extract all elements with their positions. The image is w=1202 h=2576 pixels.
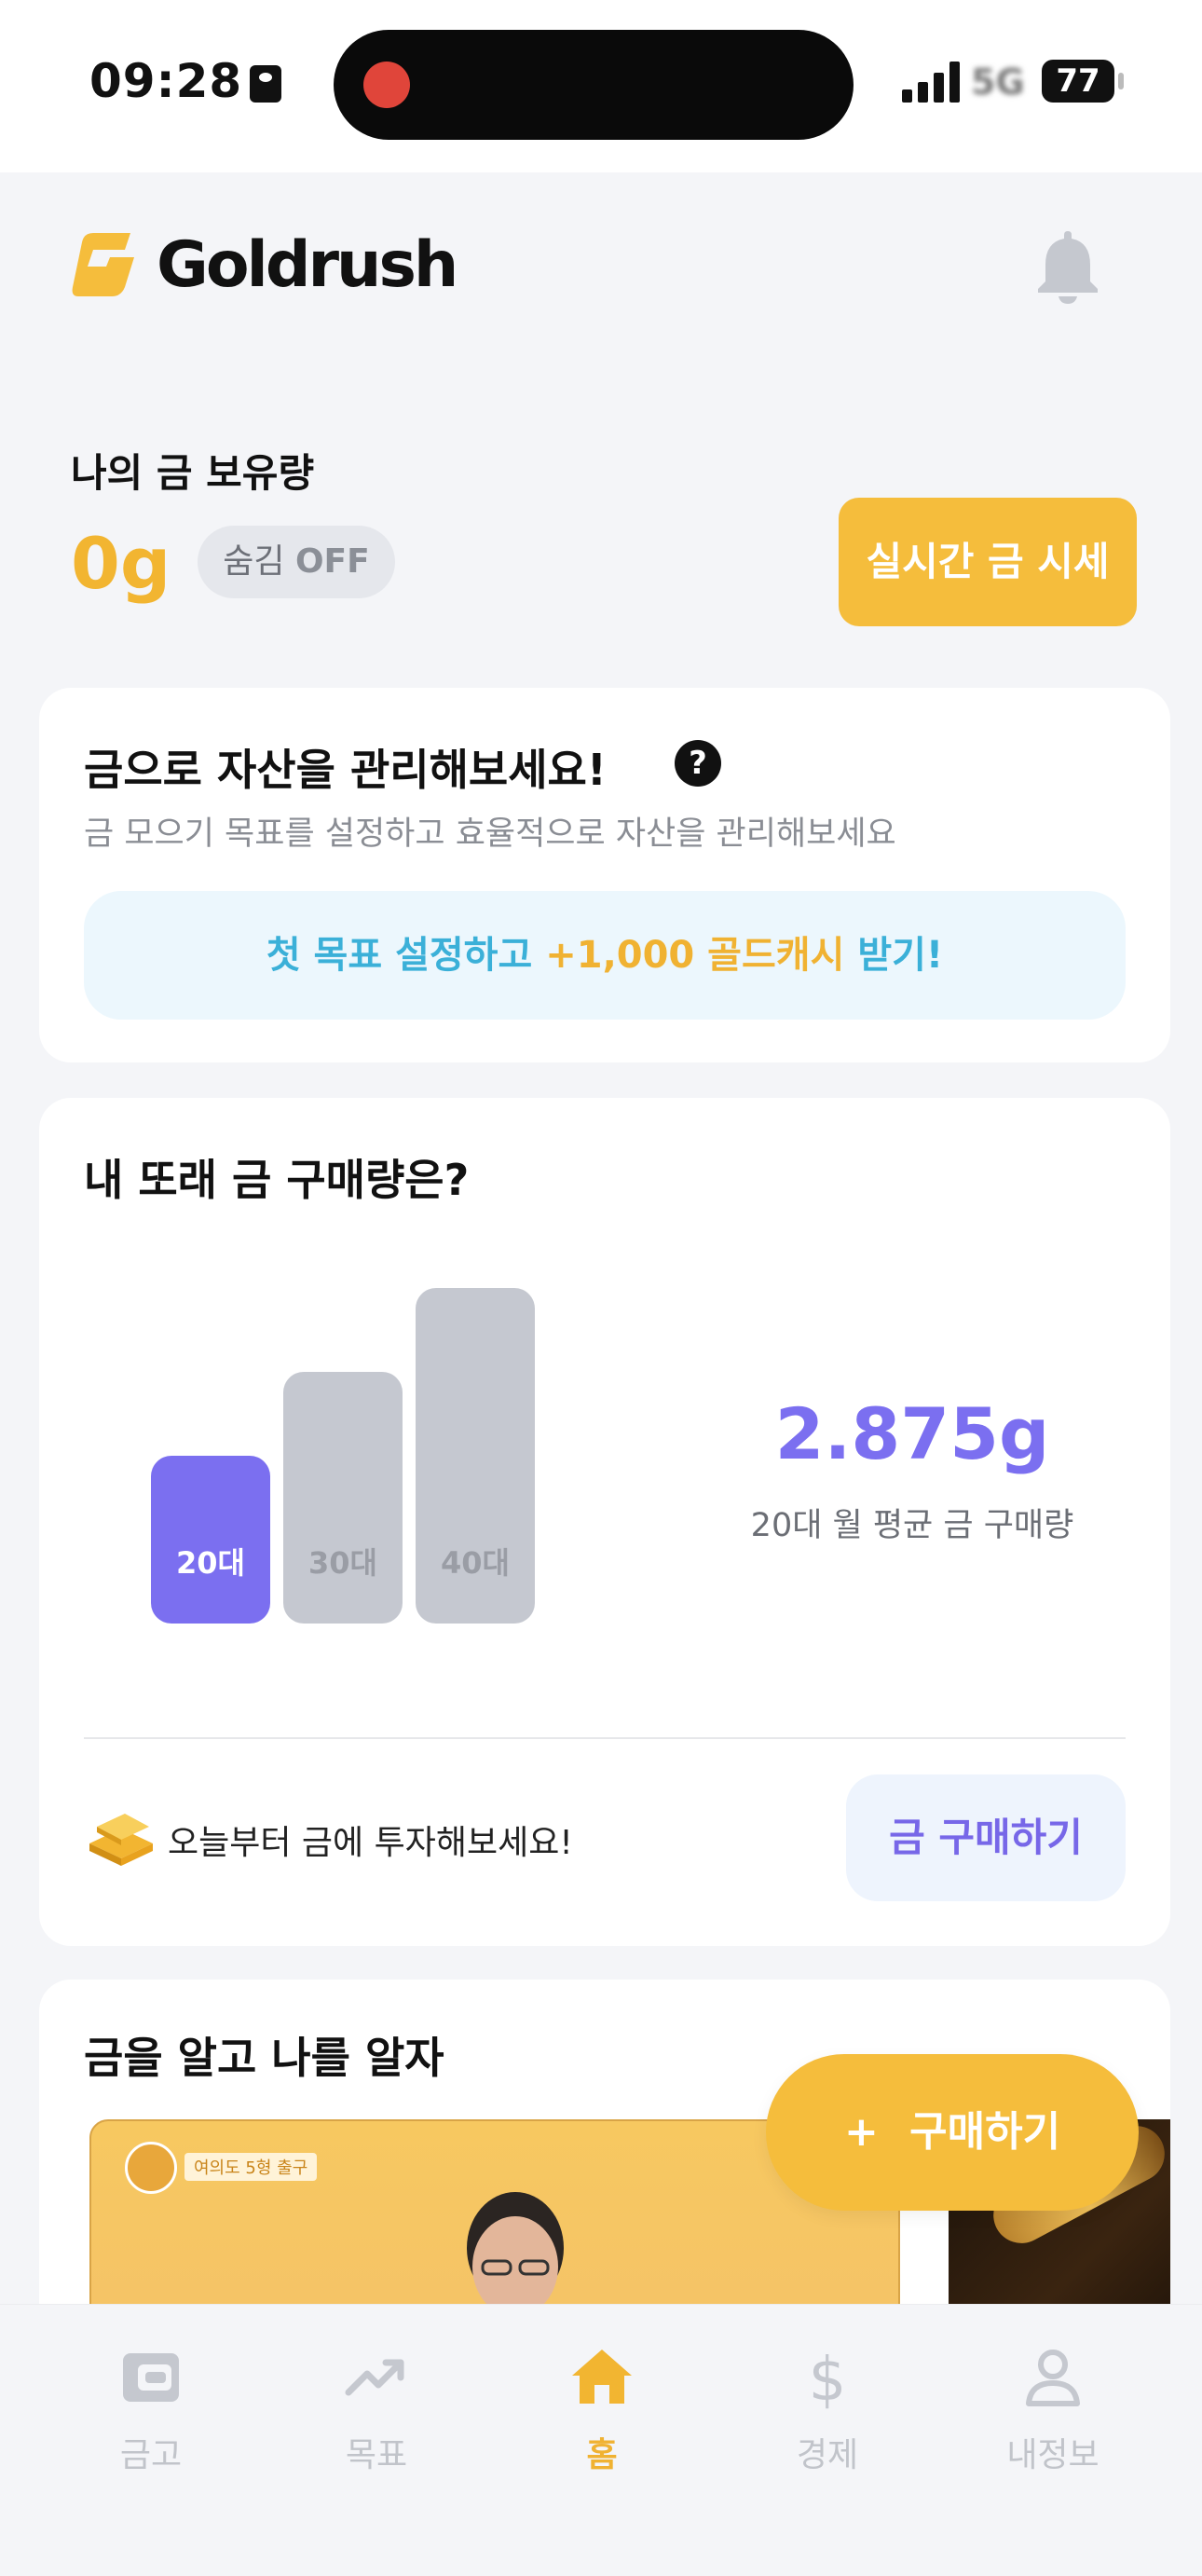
bar-2: 40대: [416, 1288, 535, 1624]
tab-my-info[interactable]: 내정보: [960, 2344, 1146, 2476]
hide-toggle-label: 숨김: [223, 542, 285, 581]
contact-badge-icon: [250, 65, 281, 103]
tab-vault[interactable]: 금고: [58, 2344, 244, 2476]
bottom-tab-bar: 금고 목표 홈 $ 경제 내정보: [0, 2304, 1202, 2576]
recording-dot-icon: [363, 62, 410, 108]
goal-card-subtitle: 금 모으기 목표를 설정하고 효율적으로 자산을 관리해보세요: [84, 815, 896, 853]
cellular-signal-icon: [902, 62, 962, 103]
tab-label: 홈: [586, 2436, 618, 2474]
news-channel-icon: [125, 2142, 177, 2194]
bar-1: 30대: [283, 1372, 403, 1624]
app-logo: Goldrush: [69, 227, 458, 302]
tab-label: 금고: [119, 2436, 183, 2474]
tab-label: 경제: [796, 2436, 859, 2474]
thumbnail-label: 여의도 5형 출구: [184, 2153, 318, 2181]
tab-label: 내정보: [1006, 2436, 1100, 2474]
dollar-icon: $: [809, 2346, 847, 2411]
svg-text:$: $: [809, 2346, 847, 2411]
bar-label: 40대: [441, 1545, 510, 1581]
trend-icon: [345, 2359, 404, 2396]
app-name: Goldrush: [157, 227, 458, 302]
banner-reward: +1,000 골드캐시: [545, 934, 845, 977]
bar-label: 20대: [176, 1545, 245, 1581]
peer-purchase-card: 내 또래 금 구매량은? 20대 30대 40대 2.875g 20대 월 평균 금…: [39, 1098, 1170, 1946]
bar-label: 30대: [308, 1545, 377, 1581]
plus-icon: +: [843, 2108, 879, 2156]
notification-bell-icon[interactable]: [1032, 227, 1103, 306]
fab-label: 구매하기: [909, 2108, 1061, 2156]
banner-suffix: 받기!: [857, 934, 944, 977]
learn-card-title: 금을 알고 나를 알자: [84, 2033, 444, 2083]
status-time: 09:28: [89, 54, 243, 108]
tab-home[interactable]: 홈: [509, 2344, 695, 2476]
goal-card: 금으로 자산을 관리해보세요! ? 금 모으기 목표를 설정하고 효율적으로 자…: [39, 688, 1170, 1062]
help-icon[interactable]: ?: [675, 740, 721, 787]
hide-toggle-state: OFF: [294, 542, 370, 581]
holdings-value: 0g: [71, 522, 171, 605]
banner-prefix: 첫 목표 설정하고: [266, 934, 533, 977]
gold-bars-icon: [89, 1814, 153, 1866]
network-type: 5G: [971, 62, 1025, 103]
buy-gold-button[interactable]: 금 구매하기: [846, 1774, 1126, 1901]
tab-economy[interactable]: $ 경제: [734, 2344, 921, 2476]
purchase-fab-button[interactable]: + 구매하기: [766, 2054, 1139, 2211]
tab-label: 목표: [345, 2436, 408, 2474]
hide-toggle[interactable]: 숨김 OFF: [198, 526, 395, 598]
person-icon: [1026, 2350, 1080, 2406]
status-bar: 09:28 5G 77: [0, 0, 1202, 172]
first-goal-banner[interactable]: 첫 목표 설정하고 +1,000 골드캐시 받기!: [84, 891, 1126, 1020]
wallet-icon: [123, 2353, 179, 2402]
goal-card-title: 금으로 자산을 관리해보세요!: [84, 745, 607, 795]
average-purchase-value: 2.875g: [774, 1392, 1050, 1475]
average-purchase-caption: 20대 월 평균 금 구매량: [750, 1507, 1074, 1544]
goldrush-logo-icon: [72, 233, 134, 296]
holdings-title: 나의 금 보유량: [71, 450, 315, 496]
realtime-price-button[interactable]: 실시간 금 시세: [839, 498, 1137, 626]
tab-goal[interactable]: 목표: [283, 2344, 470, 2476]
divider: [84, 1737, 1126, 1739]
home-icon: [572, 2350, 632, 2404]
bar-0: 20대: [151, 1456, 270, 1624]
invest-prompt: 오늘부터 금에 투자해보세요!: [168, 1824, 573, 1862]
battery-icon: 77: [1042, 60, 1124, 103]
dynamic-island: [334, 30, 854, 140]
